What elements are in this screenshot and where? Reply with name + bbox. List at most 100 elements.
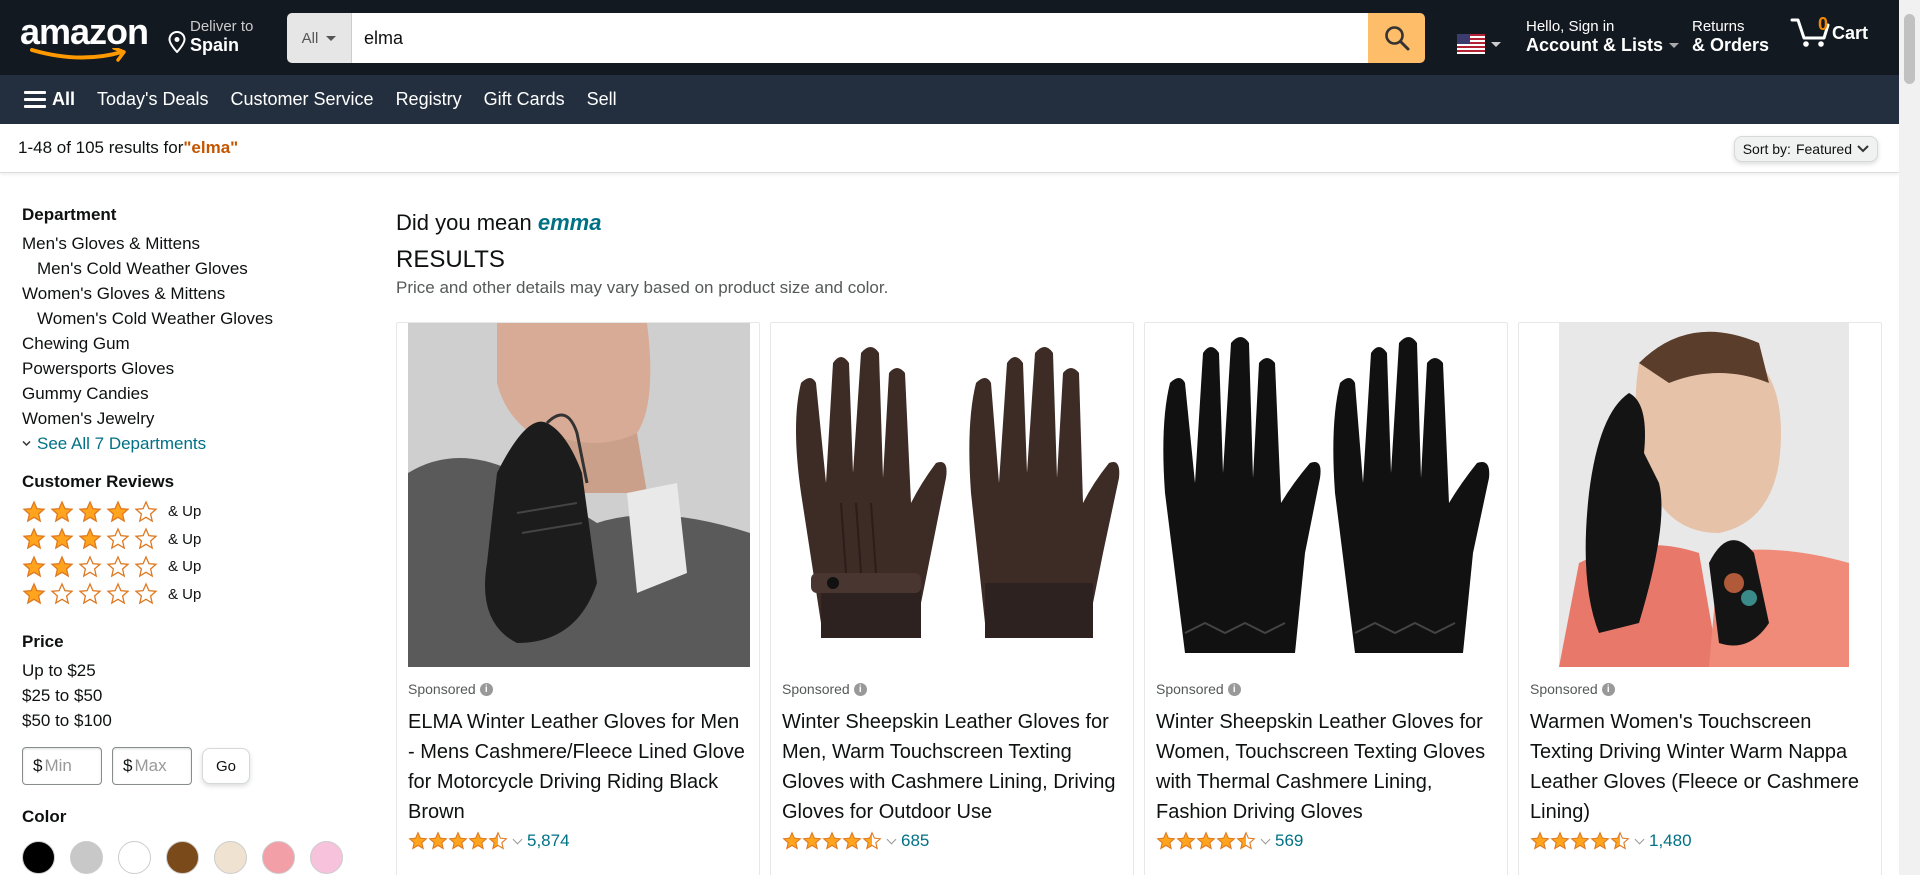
review-count[interactable]: 5,874	[527, 831, 570, 851]
product-image[interactable]	[1145, 323, 1507, 667]
max-price-input[interactable]: $ Max	[112, 747, 192, 785]
product-rating[interactable]: 1,480	[1530, 831, 1870, 851]
language-selector[interactable]	[1457, 34, 1501, 54]
color-swatch[interactable]	[214, 841, 247, 874]
product-image[interactable]	[1519, 323, 1881, 667]
color-swatch[interactable]	[262, 841, 295, 874]
info-icon[interactable]: i	[1601, 682, 1615, 696]
product-title[interactable]: ELMA Winter Leather Gloves for Men - Men…	[408, 707, 748, 827]
price-filter-50-100[interactable]: $50 to $100	[22, 708, 362, 733]
product-title[interactable]: Winter Sheepskin Leather Gloves for Wome…	[1156, 707, 1496, 827]
color-swatch[interactable]	[70, 841, 103, 874]
product-card[interactable]: Sponsored i Warmen Women's Touchscreen T…	[1518, 322, 1882, 875]
spelling-suggestion-link[interactable]: emma	[538, 210, 602, 235]
sponsored-label: Sponsored i	[1530, 681, 1870, 697]
info-icon[interactable]: i	[853, 682, 867, 696]
star-icon	[1216, 831, 1236, 850]
department-link[interactable]: Women's Jewelry	[22, 406, 362, 431]
account-lists-label: Account & Lists	[1526, 35, 1664, 55]
department-link[interactable]: Women's Cold Weather Gloves	[22, 306, 362, 331]
price-filter-25-50[interactable]: $25 to $50	[22, 683, 362, 708]
returns-orders[interactable]: Returns & Orders	[1692, 18, 1769, 55]
star-icon	[50, 555, 74, 578]
cart-count: 0	[1818, 14, 1829, 34]
min-price-input[interactable]: $ Min	[22, 747, 102, 785]
review-filter-4-stars[interactable]: & Up	[22, 498, 362, 526]
info-icon[interactable]: i	[479, 682, 493, 696]
color-swatch[interactable]	[310, 841, 343, 874]
product-rating[interactable]: 685	[782, 831, 1122, 851]
all-menu-button[interactable]: All	[24, 89, 75, 110]
main-content: Did you mean emma RESULTS Price and othe…	[396, 210, 1882, 298]
product-rating[interactable]: 569	[1156, 831, 1496, 851]
results-count: 1-48 of 105 results for	[18, 138, 184, 157]
star-icon	[78, 527, 102, 550]
department-link[interactable]: Powersports Gloves	[22, 356, 362, 381]
color-swatch[interactable]	[166, 841, 199, 874]
review-filter-1-stars[interactable]: & Up	[22, 581, 362, 609]
nav-link-customer-service[interactable]: Customer Service	[231, 89, 374, 110]
nav-link-sell[interactable]: Sell	[587, 89, 617, 110]
product-card[interactable]: Sponsored i Winter Sheepskin Leather Glo…	[1144, 322, 1508, 875]
star-icon	[78, 555, 102, 578]
star-icon	[22, 527, 46, 550]
smile-icon	[30, 48, 126, 62]
amazon-logo[interactable]: amazon	[20, 14, 149, 62]
product-title[interactable]: Warmen Women's Touchscreen Texting Drivi…	[1530, 707, 1870, 827]
department-link[interactable]: Women's Gloves & Mittens	[22, 281, 362, 306]
review-filter-2-stars[interactable]: & Up	[22, 553, 362, 581]
review-count[interactable]: 569	[1275, 831, 1303, 851]
product-card[interactable]: Sponsored i Winter Sheepskin Leather Glo…	[770, 322, 1134, 875]
review-filter-3-stars[interactable]: & Up	[22, 526, 362, 554]
review-count[interactable]: 1,480	[1649, 831, 1692, 851]
search-button[interactable]	[1368, 13, 1425, 63]
search-input[interactable]	[352, 13, 1368, 63]
star-icon	[106, 500, 130, 523]
department-list: Men's Gloves & Mittens Men's Cold Weather…	[22, 231, 362, 431]
search-category-dropdown[interactable]: All	[287, 13, 352, 63]
page-scrollbar[interactable]	[1899, 0, 1920, 875]
department-link[interactable]: Gummy Candies	[22, 381, 362, 406]
sponsored-label: Sponsored i	[782, 681, 1122, 697]
chevron-down-icon	[1634, 834, 1645, 844]
color-swatch[interactable]	[22, 841, 55, 874]
nav-link-todays-deals[interactable]: Today's Deals	[97, 89, 209, 110]
price-filter-under-25[interactable]: Up to $25	[22, 658, 362, 683]
did-you-mean: Did you mean emma	[396, 210, 1882, 236]
department-link[interactable]: Chewing Gum	[22, 331, 362, 356]
all-label: All	[52, 89, 76, 109]
cart-button[interactable]: 0 Cart	[1790, 14, 1868, 48]
see-all-label: See All 7 Departments	[37, 434, 207, 453]
info-icon[interactable]: i	[1227, 682, 1241, 696]
star-icon	[78, 500, 102, 523]
star-icon	[50, 527, 74, 550]
star-icon	[78, 582, 102, 605]
nav-link-registry[interactable]: Registry	[396, 89, 462, 110]
sort-value: Featured	[1795, 141, 1852, 157]
sponsored-label: Sponsored i	[1156, 681, 1496, 697]
review-count[interactable]: 685	[901, 831, 929, 851]
nav-link-gift-cards[interactable]: Gift Cards	[484, 89, 565, 110]
product-card[interactable]: Sponsored i ELMA Winter Leather Gloves f…	[396, 322, 760, 875]
color-swatch[interactable]	[118, 841, 151, 874]
star-icon	[1610, 831, 1630, 850]
product-image[interactable]	[771, 323, 1133, 667]
scrollbar-thumb[interactable]	[1904, 14, 1915, 84]
department-link[interactable]: Men's Gloves & Mittens	[22, 231, 362, 256]
rating-stars-icon	[782, 831, 882, 851]
filters-sidebar: Department Men's Gloves & Mittens Men's C…	[22, 205, 362, 874]
product-rating[interactable]: 5,874	[408, 831, 748, 851]
department-link[interactable]: Men's Cold Weather Gloves	[22, 256, 362, 281]
reviews-heading: Customer Reviews	[22, 472, 175, 491]
see-all-departments-link[interactable]: See All 7 Departments	[22, 431, 362, 456]
account-menu[interactable]: Hello, Sign in Account & Lists	[1526, 18, 1680, 55]
price-go-button[interactable]: Go	[202, 748, 250, 784]
deliver-to[interactable]: Deliver to Spain	[168, 18, 253, 55]
sort-dropdown[interactable]: Sort by: Featured	[1733, 136, 1878, 162]
product-image[interactable]	[397, 323, 759, 667]
chevron-down-icon	[326, 35, 337, 41]
deliver-label: Deliver to	[190, 18, 254, 35]
min-currency: $	[33, 756, 43, 775]
product-title[interactable]: Winter Sheepskin Leather Gloves for Men,…	[782, 707, 1122, 827]
sponsored-text: Sponsored	[782, 681, 850, 697]
